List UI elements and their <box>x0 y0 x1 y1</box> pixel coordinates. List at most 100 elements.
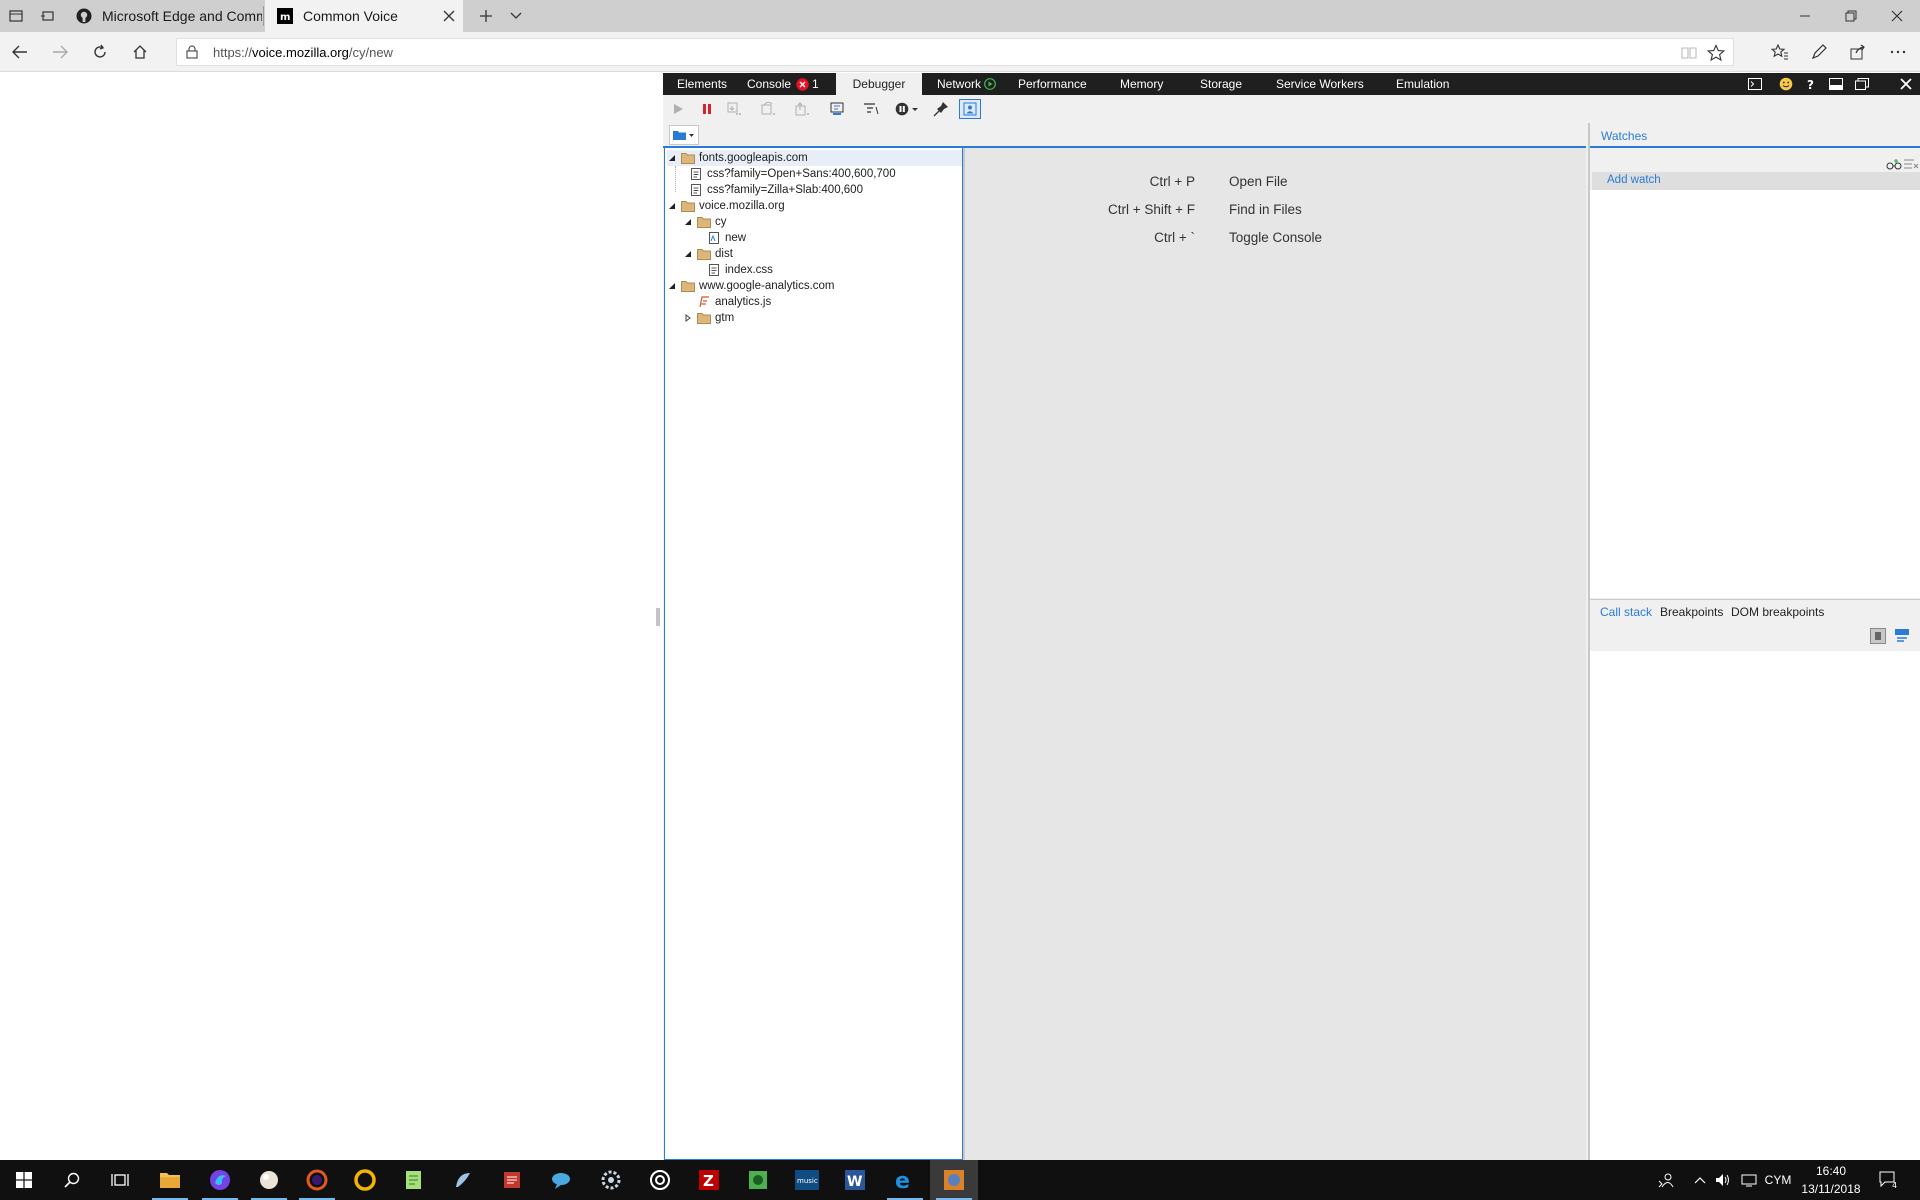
tab-preview-chevron-icon[interactable] <box>500 0 532 32</box>
messaging-icon[interactable] <box>537 1160 585 1200</box>
show-hidden-icons-chevron-icon[interactable] <box>1690 1160 1710 1200</box>
feedback-smiley-icon[interactable] <box>1777 75 1795 93</box>
show-library-frames-icon[interactable] <box>1869 628 1887 644</box>
tab-service-workers[interactable]: Service Workers <box>1266 73 1374 95</box>
tab-microsoft-edge[interactable]: Microsoft Edge and Commc <box>64 0 264 32</box>
home-icon[interactable] <box>124 36 156 68</box>
refresh-icon[interactable] <box>84 36 116 68</box>
add-watch-link[interactable]: Add watch <box>1607 174 1661 186</box>
app-camera-icon[interactable] <box>734 1160 782 1200</box>
restore-icon[interactable] <box>1828 0 1874 32</box>
volume-icon[interactable] <box>1712 1160 1734 1200</box>
tree-item-google-analytics[interactable]: www.google-analytics.com <box>667 278 835 294</box>
forward-icon[interactable] <box>44 36 76 68</box>
firefox-nightly-icon[interactable] <box>196 1160 244 1200</box>
chrome-canary-icon[interactable] <box>341 1160 389 1200</box>
show-async-frames-icon[interactable] <box>1893 628 1911 644</box>
expanded-triangle-icon[interactable] <box>667 201 677 211</box>
tree-item-folder-gtm[interactable]: gtm <box>683 310 734 326</box>
devtools-resize-handle[interactable] <box>655 608 661 626</box>
pretty-print-icon[interactable] <box>860 99 882 119</box>
tree-item-fonts-googleapis[interactable]: fonts.googleapis.com <box>667 150 962 166</box>
tab-storage[interactable]: Storage <box>1190 73 1252 95</box>
tree-item-file-new[interactable]: new <box>707 230 746 246</box>
tab-network[interactable]: Network <box>927 73 1006 95</box>
app-sphere-icon[interactable] <box>245 1160 293 1200</box>
help-icon[interactable]: ? <box>1802 75 1820 93</box>
tree-item-font-css-1[interactable]: css?family=Open+Sans:400,600,700 <box>689 166 896 182</box>
console-toggle-icon[interactable] <box>1746 75 1764 93</box>
address-bar[interactable]: https://voice.mozilla.org/cy/new <box>176 38 1734 66</box>
app-target-icon[interactable] <box>636 1160 684 1200</box>
expanded-triangle-icon[interactable] <box>683 249 693 259</box>
step-out-icon[interactable] <box>792 99 814 119</box>
file-explorer-icon[interactable] <box>146 1160 194 1200</box>
continue-icon[interactable] <box>667 99 689 119</box>
reading-view-icon[interactable] <box>1681 45 1697 61</box>
tab-console[interactable]: Console 1 <box>737 73 829 95</box>
search-icon[interactable] <box>48 1160 96 1200</box>
tree-item-folder-dist[interactable]: dist <box>683 246 733 262</box>
add-favorite-star-icon[interactable] <box>1707 44 1725 62</box>
source-editor-placeholder[interactable]: Ctrl + P Open File Ctrl + Shift + F Find… <box>963 148 1586 1160</box>
add-watch-glasses-icon[interactable] <box>1885 156 1903 172</box>
lock-icon[interactable] <box>185 45 199 59</box>
close-devtools-icon[interactable] <box>1897 75 1915 93</box>
tab-breakpoints[interactable]: Breakpoints <box>1660 605 1723 619</box>
tabs-aside-icon[interactable] <box>0 0 32 32</box>
pin-icon[interactable] <box>930 99 952 119</box>
amazon-music-icon[interactable]: music <box>783 1160 831 1200</box>
close-tab-icon[interactable] <box>441 8 457 24</box>
tree-item-analytics-js[interactable]: analytics.js <box>697 294 771 310</box>
word-icon[interactable]: W <box>831 1160 879 1200</box>
action-center-icon[interactable]: 4 <box>1874 1160 1904 1200</box>
set-aside-tabs-icon[interactable] <box>32 0 64 32</box>
expanded-triangle-icon[interactable] <box>667 281 677 291</box>
tab-call-stack[interactable]: Call stack <box>1600 605 1652 619</box>
step-over-icon[interactable] <box>758 99 780 119</box>
notepad-plus-icon[interactable] <box>390 1160 438 1200</box>
more-icon[interactable] <box>1882 36 1914 68</box>
open-document-dropdown[interactable] <box>669 125 699 145</box>
tree-item-index-css[interactable]: index.css <box>707 262 773 278</box>
tree-item-font-css-2[interactable]: css?family=Zilla+Slab:400,600 <box>689 182 863 198</box>
minimize-icon[interactable] <box>1782 0 1828 32</box>
tab-elements[interactable]: Elements <box>667 73 737 95</box>
exception-behavior-dropdown[interactable] <box>892 99 922 119</box>
app-parrot-icon[interactable] <box>439 1160 487 1200</box>
tab-performance[interactable]: Performance <box>1008 73 1097 95</box>
share-icon[interactable] <box>1842 36 1874 68</box>
tree-item-voice-mozilla[interactable]: voice.mozilla.org <box>667 198 785 214</box>
script-file-tree[interactable]: fonts.googleapis.com css?family=Open+San… <box>664 148 963 1160</box>
edge-browser-icon[interactable]: e <box>881 1160 929 1200</box>
people-icon[interactable] <box>1652 1160 1680 1200</box>
step-into-icon[interactable] <box>724 99 746 119</box>
firefox-developer-icon[interactable] <box>293 1160 341 1200</box>
edge-devtools-icon[interactable] <box>930 1160 978 1200</box>
tab-common-voice[interactable]: m Common Voice <box>265 0 463 32</box>
break-on-new-worker-icon[interactable] <box>826 99 848 119</box>
break-icon[interactable] <box>696 99 718 119</box>
close-window-icon[interactable] <box>1874 0 1920 32</box>
favorites-icon[interactable] <box>1764 36 1796 68</box>
network-icon[interactable] <box>1738 1160 1760 1200</box>
filezilla-icon[interactable]: Z <box>685 1160 733 1200</box>
tab-dom-breakpoints[interactable]: DOM breakpoints <box>1731 605 1824 619</box>
expanded-triangle-icon[interactable] <box>683 217 693 227</box>
web-page-content[interactable] <box>0 73 663 1160</box>
just-my-code-icon[interactable] <box>959 99 981 119</box>
task-view-icon[interactable] <box>96 1160 144 1200</box>
tab-memory[interactable]: Memory <box>1110 73 1173 95</box>
input-language[interactable]: CYM <box>1764 1160 1792 1200</box>
dock-bottom-icon[interactable] <box>1827 75 1845 93</box>
url-text[interactable]: https://voice.mozilla.org/cy/new <box>213 45 393 60</box>
tab-emulation[interactable]: Emulation <box>1386 73 1459 95</box>
app-gear-icon[interactable] <box>587 1160 635 1200</box>
tab-debugger[interactable]: Debugger <box>836 73 922 95</box>
expanded-triangle-icon[interactable] <box>667 153 677 163</box>
delete-all-watches-icon[interactable] <box>1902 156 1920 172</box>
clock[interactable]: 16:40 13/11/2018 <box>1790 1162 1872 1198</box>
tree-item-folder-cy[interactable]: cy <box>683 214 727 230</box>
onenote-notes-icon[interactable] <box>488 1160 536 1200</box>
back-icon[interactable] <box>4 36 36 68</box>
